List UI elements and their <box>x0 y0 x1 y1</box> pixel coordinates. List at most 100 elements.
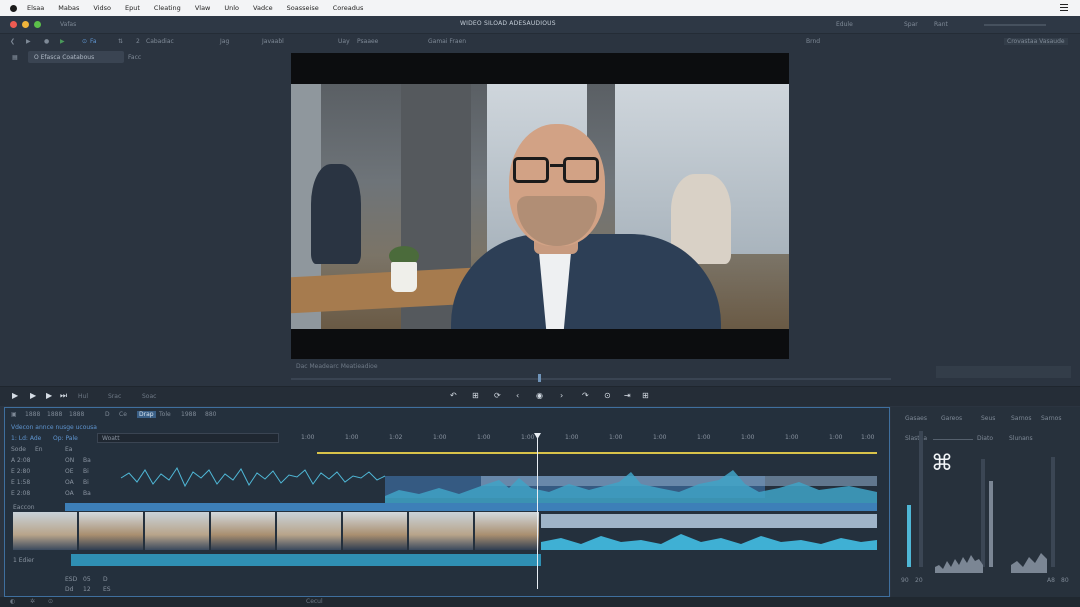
transport-label[interactable]: Srac <box>108 393 121 400</box>
audio-icon[interactable]: ◐ <box>10 598 15 605</box>
menu-item[interactable]: Vadce <box>253 4 273 12</box>
undo-icon[interactable]: ↶ <box>450 391 457 400</box>
timeline-tab[interactable]: 1888 <box>69 411 84 418</box>
zoom-window-button[interactable] <box>34 21 41 28</box>
window-tab[interactable]: Vafas <box>60 21 76 28</box>
toolbar-label[interactable]: Brnd <box>806 38 820 45</box>
play-tool-icon[interactable]: ▶ <box>60 38 65 45</box>
video-thumbnails[interactable] <box>13 512 539 550</box>
record-icon[interactable]: ● <box>44 38 49 45</box>
menu-item[interactable]: Mabas <box>58 4 79 12</box>
command-icon[interactable]: ⌘ <box>931 453 957 475</box>
scrubber-knob[interactable] <box>538 374 541 382</box>
back-icon[interactable]: ❮ <box>10 38 15 45</box>
toolbar-label[interactable]: 2 <box>136 38 140 45</box>
titlebar-action[interactable]: Edule <box>836 21 853 28</box>
timeline-tab-active[interactable]: Drap <box>137 411 156 418</box>
viewer-scrubber[interactable] <box>291 378 891 380</box>
timeline-ruler[interactable]: 1:00 1:00 1:02 1:00 1:00 1:00 1:00 1:00 … <box>301 434 881 448</box>
menu-item[interactable]: Coreadus <box>333 4 364 12</box>
hamburger-icon[interactable] <box>1060 4 1068 11</box>
mixer-label: Sarnos <box>1041 415 1062 422</box>
mixer-sub: Slunans <box>1009 435 1033 442</box>
fader-track[interactable] <box>1051 457 1055 567</box>
menu-item[interactable]: Vlaw <box>195 4 211 12</box>
redo-icon[interactable]: ↷ <box>582 391 589 400</box>
track-name[interactable]: E 1:58 <box>11 479 30 486</box>
video-clip-highlight[interactable] <box>541 514 877 528</box>
toolbar-label[interactable]: Cabadiac <box>146 38 174 45</box>
track-name[interactable]: E 2:08 <box>11 490 30 497</box>
timeline-tab[interactable]: 1888 <box>25 411 40 418</box>
timeline-tab[interactable]: D <box>105 411 110 418</box>
menu-item[interactable]: Vidso <box>93 4 111 12</box>
track-name[interactable]: Sode <box>11 446 26 453</box>
bottom-row-cell: 05 <box>83 576 91 583</box>
link-icon[interactable]: ⊙ <box>82 38 87 45</box>
timeline-panel[interactable]: ▣ 1888 1888 1888 D Ce Drap Tole 1988 880… <box>4 407 890 597</box>
prev-frame-icon[interactable]: ‹ <box>516 391 519 400</box>
minimize-window-button[interactable] <box>22 21 29 28</box>
ruler-label: 1:00 <box>829 434 843 441</box>
folder-icon[interactable]: ▣ <box>11 411 17 418</box>
next-icon[interactable]: ⏭ <box>60 391 67 401</box>
track-name[interactable]: E 2:80 <box>11 468 30 475</box>
timeline-tab[interactable]: Ce <box>119 411 127 418</box>
menu-item[interactable]: Unlo <box>224 4 239 12</box>
grid-view-icon[interactable]: ⊞ <box>642 391 649 400</box>
transport-label[interactable]: Hul <box>78 393 88 400</box>
fader-track[interactable] <box>919 431 923 567</box>
audio-waveform-track[interactable] <box>119 458 879 504</box>
play-loop-icon[interactable]: ▶ <box>30 391 36 400</box>
timeline-tab[interactable]: 880 <box>205 411 216 418</box>
link-bottom-icon[interactable]: ⊙ <box>48 598 53 605</box>
fader-track[interactable] <box>989 481 993 567</box>
menu-item[interactable]: Eput <box>125 4 140 12</box>
close-window-button[interactable] <box>10 21 17 28</box>
titlebar-slider[interactable] <box>984 24 1046 26</box>
viewer-zoom-field[interactable] <box>936 366 1071 378</box>
timeline-tab[interactable]: Tole <box>159 411 171 418</box>
timeline-tab[interactable]: 1888 <box>47 411 62 418</box>
toolbar-label[interactable]: Uay <box>338 38 350 45</box>
video-frame <box>291 84 789 329</box>
filter-icon[interactable]: ⇅ <box>118 38 123 45</box>
settings-icon[interactable]: ✲ <box>30 598 35 605</box>
menu-item[interactable]: Elsaa <box>27 4 44 12</box>
mixer-readout: 90 <box>901 577 909 584</box>
video-viewer[interactable] <box>291 53 789 359</box>
record-ring-icon[interactable]: ◉ <box>536 391 543 400</box>
toolbar-label[interactable]: Gamai Fraen <box>428 38 466 45</box>
timeline-tab[interactable]: 1988 <box>181 411 196 418</box>
forward-icon[interactable]: ▶ <box>26 38 31 45</box>
loop-icon[interactable]: ⟳ <box>494 391 501 400</box>
audio-track-name[interactable]: 1 Edier <box>13 557 34 564</box>
video-track-header[interactable] <box>65 503 877 511</box>
timeline-search[interactable]: Woatt <box>97 433 279 443</box>
toolbar-label[interactable]: Psaaee <box>357 38 378 45</box>
toolbar-label[interactable]: Fa <box>90 38 97 45</box>
next-frame-icon[interactable]: › <box>560 391 563 400</box>
step-icon[interactable]: ▶ <box>46 391 52 400</box>
toolbar-dropdown[interactable]: Crovastaa Vasaude <box>1004 38 1068 45</box>
mode-dropdown[interactable]: Facc <box>128 54 141 61</box>
video-track-name[interactable]: Eaccon <box>13 504 35 511</box>
apple-icon[interactable] <box>10 4 17 12</box>
track-name[interactable]: A 2:08 <box>11 457 31 464</box>
menu-item[interactable]: Cleating <box>154 4 181 12</box>
playhead[interactable] <box>537 433 538 589</box>
titlebar-action[interactable]: Spar <box>904 21 918 28</box>
linked-audio-clip[interactable] <box>71 554 541 566</box>
grid-icon[interactable]: ▦ <box>12 54 18 61</box>
in-out-range-bar[interactable] <box>317 452 877 454</box>
play-icon[interactable]: ▶ <box>12 391 18 400</box>
shield-icon[interactable]: ⊙ <box>604 391 611 400</box>
export-icon[interactable]: ⇥ <box>624 391 631 400</box>
toolbar-label[interactable]: Javaabl <box>262 38 284 45</box>
titlebar-action[interactable]: Rant <box>934 21 948 28</box>
marker-icon[interactable]: ⊞ <box>472 391 479 400</box>
transport-label[interactable]: Soac <box>142 393 156 400</box>
mixer-slider[interactable] <box>933 439 973 440</box>
toolbar-label[interactable]: Jag <box>220 38 229 45</box>
menu-item[interactable]: Soasseise <box>287 4 319 12</box>
